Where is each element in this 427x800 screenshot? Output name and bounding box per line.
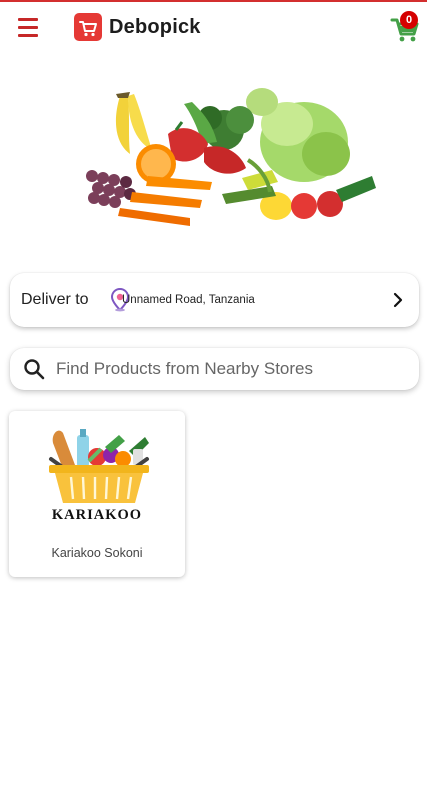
delivery-address: Unnamed Road, Tanzania	[122, 294, 255, 306]
store-logo-text: KARIAKOO	[51, 507, 143, 523]
deliver-to-label: Deliver to	[21, 291, 89, 308]
hero-vegetables-image	[86, 88, 376, 226]
store-name: Kariakoo Sokoni	[51, 546, 143, 560]
delivery-location-card[interactable]: Deliver to Unnamed Road, Tanzania	[10, 273, 419, 327]
debopick-cart-logo-icon	[74, 13, 102, 41]
brand-logo: Debopick	[74, 13, 201, 41]
search-icon	[24, 359, 45, 380]
app-bar: Debopick 0	[0, 2, 427, 54]
brand-name: Debopick	[109, 15, 201, 38]
cart-count-badge: 0	[400, 11, 418, 29]
search-input[interactable]	[56, 357, 406, 381]
grocery-basket-logo	[49, 429, 149, 503]
chevron-right-icon[interactable]	[390, 292, 406, 308]
store-card[interactable]: KARIAKOO Kariakoo Sokoni	[9, 411, 185, 577]
product-search-bar[interactable]	[10, 348, 419, 390]
hamburger-menu-icon[interactable]	[14, 12, 44, 42]
